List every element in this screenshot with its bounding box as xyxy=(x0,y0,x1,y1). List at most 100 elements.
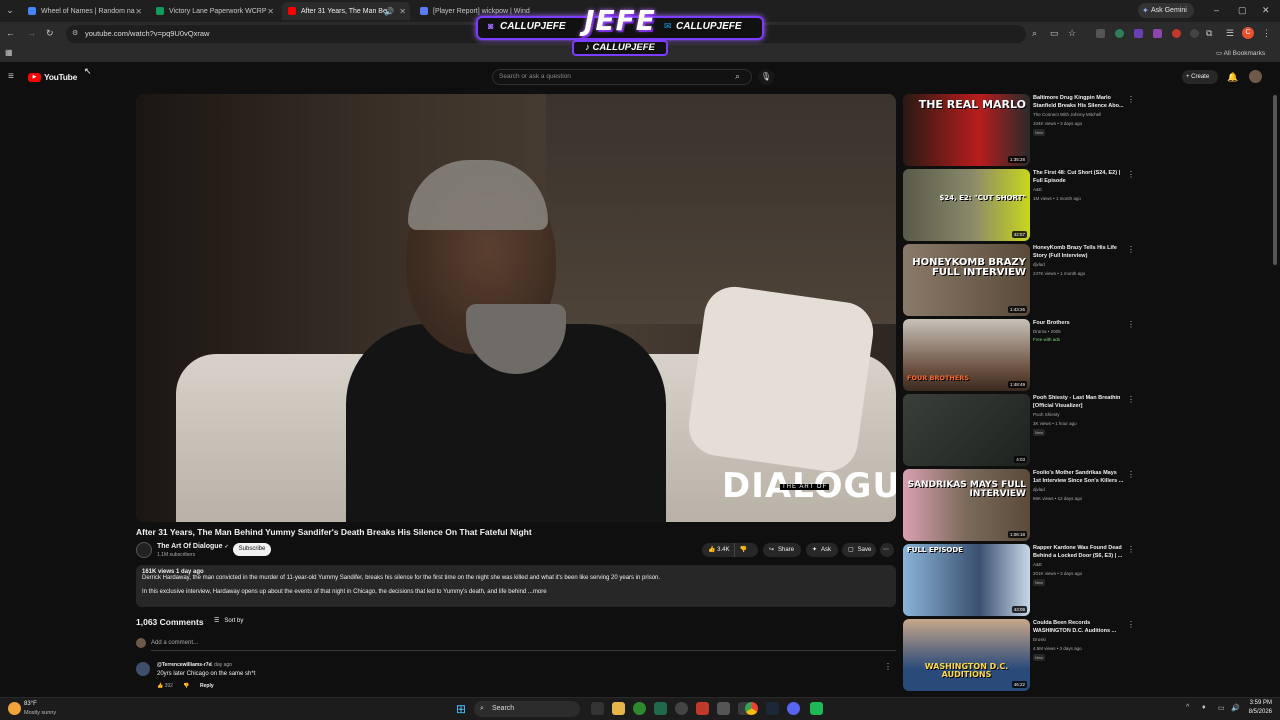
video-title[interactable]: Four Brothers xyxy=(1033,319,1125,327)
weather-sun-icon[interactable] xyxy=(8,702,21,715)
reply-button[interactable]: Reply xyxy=(200,683,214,689)
network-icon[interactable]: ▭ xyxy=(1218,704,1225,712)
video-title[interactable]: Pooh Shiesty - Last Man Breathin [Offici… xyxy=(1033,394,1125,410)
app-icon[interactable] xyxy=(654,702,667,715)
video-title[interactable]: The First 48: Cut Short (S24, E2) | Full… xyxy=(1033,169,1125,185)
hamburger-menu-icon[interactable]: ≡ xyxy=(8,71,14,82)
windows-start-icon[interactable]: ⊞ xyxy=(456,702,466,716)
reload-icon[interactable]: ↻ xyxy=(46,28,54,39)
recommended-video[interactable]: THE REAL MARLO 1:35:28 Baltimore Drug Ki… xyxy=(903,94,1138,166)
ask-gemini-button[interactable]: ✦ Ask Gemini xyxy=(1138,3,1194,18)
video-title[interactable]: Foolio's Mother Sandrikas Mays 1st Inter… xyxy=(1033,469,1125,485)
description-box[interactable]: 161K views 1 day ago Derrick Hardaway, t… xyxy=(136,565,896,607)
file-explorer-icon[interactable] xyxy=(612,702,625,715)
extension-icon[interactable] xyxy=(1153,29,1162,38)
video-thumbnail[interactable]: $24, E2: "CUT SHORT" 42:57 xyxy=(903,169,1030,241)
video-thumbnail[interactable]: 4:03 xyxy=(903,394,1030,466)
maximize-icon[interactable]: ▢ xyxy=(1238,5,1247,16)
channel-name[interactable]: Druski xyxy=(1033,637,1046,642)
add-comment-input[interactable]: Add a comment... xyxy=(151,640,198,646)
channel-name[interactable]: Pooh Shiesty xyxy=(1033,412,1060,417)
apps-grid-icon[interactable]: ▦ xyxy=(5,48,13,57)
tab-wheel-of-names[interactable]: Wheel of Names | Random na ✕ xyxy=(22,2,146,20)
recommended-video[interactable]: HONEYKOMB BRAZY FULL INTERVIEW 1:43:26 H… xyxy=(903,244,1138,316)
video-title[interactable]: HoneyKomb Brazy Tells His Life Story (Fu… xyxy=(1033,244,1125,260)
recommended-video[interactable]: WASHINGTON D.C. AUDITIONS 46:22 Coulda B… xyxy=(903,619,1138,691)
tray-app-icon[interactable]: ♦ xyxy=(1202,704,1206,711)
browser-menu-icon[interactable]: ⋮ xyxy=(1262,28,1271,39)
comment-like-button[interactable]: 👍 392 xyxy=(157,683,173,689)
recommended-video[interactable]: 4:03 Pooh Shiesty - Last Man Breathin [O… xyxy=(903,394,1138,466)
channel-name[interactable]: djvlad xyxy=(1033,487,1045,492)
like-button[interactable]: 👍 3.4K xyxy=(708,543,730,557)
sort-comments-button[interactable]: ☰ Sort by xyxy=(214,617,243,625)
share-button[interactable]: ↪ Share xyxy=(763,543,801,557)
discord-icon[interactable] xyxy=(787,702,800,715)
avatar[interactable] xyxy=(1249,70,1262,83)
clock-date[interactable]: 8/5/2026 xyxy=(1246,709,1272,715)
tab-youtube-video[interactable]: After 31 Years, The Man Be 🔊 ✕ xyxy=(282,2,410,20)
weather-temp[interactable]: 83°F xyxy=(24,701,37,707)
window-close-icon[interactable]: ✕ xyxy=(1262,5,1270,16)
youtube-logo[interactable]: ▶ YouTube xyxy=(28,71,77,83)
video-title[interactable]: Rapper Kardone Was Found Dead Behind a L… xyxy=(1033,544,1125,560)
tray-chevron-icon[interactable]: ^ xyxy=(1186,704,1189,711)
minimize-icon[interactable]: – xyxy=(1214,5,1219,15)
zoom-icon[interactable]: ⌕ xyxy=(1032,28,1037,39)
avatar[interactable] xyxy=(136,662,150,676)
search-icon[interactable]: ⌕ xyxy=(735,71,740,82)
video-thumbnail[interactable]: HONEYKOMB BRAZY FULL INTERVIEW 1:43:26 xyxy=(903,244,1030,316)
ask-button[interactable]: ✦ Ask xyxy=(806,543,838,557)
app-icon[interactable] xyxy=(675,702,688,715)
recommended-video[interactable]: $24, E2: "CUT SHORT" 42:57 The First 48:… xyxy=(903,169,1138,241)
video-menu-icon[interactable]: ⋮ xyxy=(1127,545,1135,554)
close-icon[interactable]: ✕ xyxy=(135,7,142,16)
extensions-puzzle-icon[interactable]: ⧉ xyxy=(1206,28,1212,39)
video-title[interactable]: Coulda Been Records WASHINGTON D.C. Audi… xyxy=(1033,619,1125,635)
channel-name[interactable]: A&E xyxy=(1033,187,1042,192)
profile-avatar[interactable]: C xyxy=(1242,27,1254,39)
app-icon[interactable] xyxy=(717,702,730,715)
xbox-icon[interactable] xyxy=(633,702,646,715)
taskbar-search-input[interactable]: ⌕ Search xyxy=(474,701,580,717)
comment-author[interactable]: @Terrencewilliams-r7e xyxy=(157,662,211,668)
channel-name[interactable]: The Connect With Johnny Mitchell xyxy=(1033,112,1101,117)
all-bookmarks-button[interactable]: ▭ All Bookmarks xyxy=(1216,49,1265,57)
app-icon[interactable] xyxy=(810,702,823,715)
chrome-icon[interactable] xyxy=(745,702,758,715)
video-thumbnail[interactable]: FULL EPISODE 43:09 xyxy=(903,544,1030,616)
channel-avatar[interactable] xyxy=(136,542,152,558)
video-menu-icon[interactable]: ⋮ xyxy=(1127,170,1135,179)
subscribe-button[interactable]: Subscribe xyxy=(233,543,271,556)
extension-icon[interactable] xyxy=(1134,29,1143,38)
steam-icon[interactable] xyxy=(766,702,779,715)
app-icon[interactable] xyxy=(696,702,709,715)
notifications-bell-icon[interactable]: 🔔 xyxy=(1227,72,1238,83)
recommended-video[interactable]: FOUR BROTHERS 1:48:49 Four Brothers Dram… xyxy=(903,319,1138,391)
video-thumbnail[interactable]: SANDRIKAS MAYS FULL INTERVIEW 1:06:18 xyxy=(903,469,1030,541)
back-icon[interactable]: ← xyxy=(6,28,15,38)
bookmark-star-icon[interactable]: ☆ xyxy=(1068,28,1076,39)
side-panel-icon[interactable]: ☰ xyxy=(1226,28,1234,39)
video-menu-icon[interactable]: ⋮ xyxy=(1127,470,1135,479)
site-info-icon[interactable]: ⚙ xyxy=(72,25,78,43)
video-title[interactable]: Baltimore Drug Kingpin Marlo Stanfield B… xyxy=(1033,94,1125,110)
page-scrollbar[interactable] xyxy=(1273,95,1277,265)
dislike-button[interactable]: 👎 xyxy=(733,543,747,557)
video-menu-icon[interactable]: ⋮ xyxy=(1127,620,1135,629)
more-actions-button[interactable]: ⋯ xyxy=(880,543,894,557)
search-input[interactable]: Search or ask a question xyxy=(492,69,752,85)
thumbs-down-icon[interactable]: 👎 xyxy=(183,683,189,689)
close-icon[interactable]: ✕ xyxy=(399,7,406,16)
video-thumbnail[interactable]: FOUR BROTHERS 1:48:49 xyxy=(903,319,1030,391)
extension-icon[interactable] xyxy=(1096,29,1105,38)
channel-name[interactable]: djvlad xyxy=(1033,262,1045,267)
microphone-icon[interactable]: 🎙 xyxy=(758,69,774,85)
save-button[interactable]: ▢ Save xyxy=(842,543,876,557)
video-thumbnail[interactable]: WASHINGTON D.C. AUDITIONS 46:22 xyxy=(903,619,1030,691)
create-button[interactable]: + Create xyxy=(1182,70,1218,84)
forward-icon[interactable]: → xyxy=(27,28,36,38)
video-menu-icon[interactable]: ⋮ xyxy=(1127,245,1135,254)
extension-icon[interactable] xyxy=(1172,29,1181,38)
video-thumbnail[interactable]: THE REAL MARLO 1:35:28 xyxy=(903,94,1030,166)
